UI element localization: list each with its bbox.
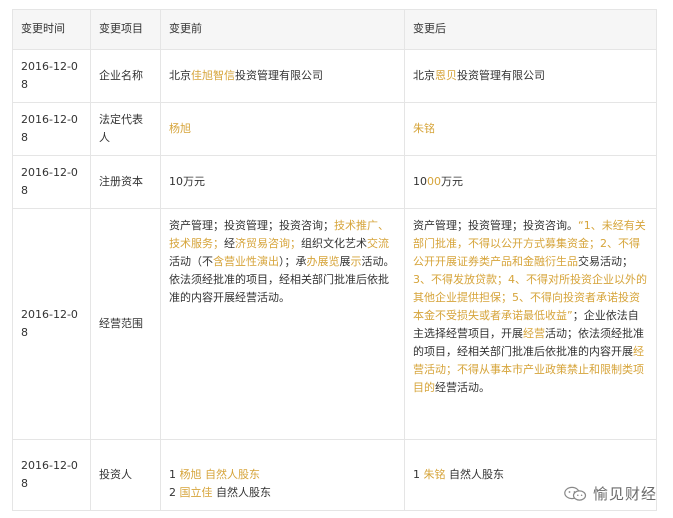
after-segment: 朱铭: [413, 122, 435, 135]
change-item-cell: 投资人: [90, 439, 161, 511]
before-segment: 示: [350, 255, 362, 268]
change-date-cell: 2016-12-08: [12, 49, 91, 103]
before-value-cell: 10万元: [160, 155, 405, 209]
change-item-cell: 经营范围: [90, 208, 161, 440]
before-segment: 展: [339, 255, 351, 268]
change-date-cell: 2016-12-08: [12, 208, 91, 440]
investor-line: 2 国立佳 自然人股东: [169, 484, 396, 502]
before-value-cell: 杨旭: [160, 102, 405, 156]
before-segment: 10万元: [169, 175, 205, 188]
change-record-table-wrapper: 变更时间 变更项目 变更前 变更后 2016-12-08 企业名称 北京佳旭智信投资…: [12, 9, 657, 511]
before-segment: 资产管理；投资管理；投资咨询；: [169, 219, 334, 232]
change-item-cell: 注册资本: [90, 155, 161, 209]
investor-segment: 杨旭: [179, 468, 202, 481]
after-segment: 00: [427, 175, 441, 188]
after-segment: 10: [413, 175, 427, 188]
watermark: 愉见财经: [563, 483, 657, 504]
after-value-cell: 北京恩贝投资管理有限公司: [404, 49, 657, 103]
before-value-cell: 资产管理；投资管理；投资咨询；技术推广、技术服务；经济贸易咨询；组织文化艺术交流…: [160, 208, 405, 440]
after-segment: 资产管理；投资管理；投资咨询。: [413, 219, 578, 232]
investor-segment: 自然人股东: [445, 468, 504, 481]
investor-line: 1 朱铭 自然人股东: [413, 466, 648, 484]
after-segment: 经营: [523, 327, 545, 340]
before-segment: 含营业性演出: [213, 255, 279, 268]
change-record-table: 变更时间 变更项目 变更前 变更后 2016-12-08 企业名称 北京佳旭智信投资…: [12, 9, 657, 511]
before-segment: 佳旭智信: [191, 69, 235, 82]
table-row: 2016-12-08 投资人 1 杨旭 自然人股东 2 国立佳 自然人股东 1 朱铭 自…: [12, 439, 657, 511]
change-date-cell: 2016-12-08: [12, 102, 91, 156]
table-row: 2016-12-08 注册资本 10万元 1000万元: [12, 155, 657, 209]
after-value-cell: 朱铭: [404, 102, 657, 156]
investor-segment: 朱铭: [423, 468, 446, 481]
investor-line: 1 杨旭 自然人股东: [169, 466, 396, 484]
before-segment: 投资管理有限公司: [235, 69, 323, 82]
before-segment: 经: [224, 237, 235, 250]
table-row: 2016-12-08 法定代表人 杨旭 朱铭: [12, 102, 657, 156]
investor-segment: 自然人股东: [201, 468, 260, 481]
change-date-cell: 2016-12-08: [12, 439, 91, 511]
after-segment: 经营活动。: [435, 381, 490, 394]
before-segment: 办展览: [306, 255, 340, 268]
change-item-cell: 法定代表人: [90, 102, 161, 156]
table-header-row: 变更时间 变更项目 变更前 变更后: [12, 9, 657, 50]
header-change-item: 变更项目: [90, 9, 161, 50]
before-segment: 活动（不: [169, 255, 213, 268]
after-segment: 恩贝: [435, 69, 457, 82]
before-segment: 北京: [169, 69, 191, 82]
watermark-text: 愉见财经: [592, 485, 657, 503]
after-segment: 北京: [413, 69, 435, 82]
before-segment: 交流: [367, 237, 389, 250]
before-value-cell: 北京佳旭智信投资管理有限公司: [160, 49, 405, 103]
investor-segment: 自然人股东: [212, 486, 271, 499]
table-row: 2016-12-08 企业名称 北京佳旭智信投资管理有限公司 北京恩贝投资管理有限公司: [12, 49, 657, 103]
wechat-icon: [563, 486, 587, 502]
investor-segment: 1: [413, 468, 424, 481]
before-value-cell: 1 杨旭 自然人股东 2 国立佳 自然人股东: [160, 439, 405, 511]
after-value-cell: 1000万元: [404, 155, 657, 209]
before-segment: 济贸易咨询；: [235, 237, 301, 250]
after-segment: 万元: [441, 175, 463, 188]
header-after: 变更后: [404, 9, 657, 50]
table-body: 2016-12-08 企业名称 北京佳旭智信投资管理有限公司 北京恩贝投资管理有限公司…: [12, 49, 657, 511]
after-value-cell: 资产管理；投资管理；投资咨询。“1、未经有关部门批准，不得以公开方式募集资金；2…: [404, 208, 657, 440]
after-segment: 交易活动；: [578, 255, 633, 268]
before-segment: 杨旭: [169, 122, 191, 135]
table-row: 2016-12-08 经营范围 资产管理；投资管理；投资咨询；技术推广、技术服务；经…: [12, 208, 657, 440]
before-segment: 组织文化艺术: [301, 237, 367, 250]
after-segment: 投资管理有限公司: [457, 69, 545, 82]
header-change-time: 变更时间: [12, 9, 91, 50]
investor-segment: 2: [169, 486, 180, 499]
investor-segment: 1: [169, 468, 180, 481]
before-segment: ）；承: [279, 255, 307, 268]
investor-segment: 国立佳: [179, 486, 213, 499]
change-item-cell: 企业名称: [90, 49, 161, 103]
change-date-cell: 2016-12-08: [12, 155, 91, 209]
header-before: 变更前: [160, 9, 405, 50]
